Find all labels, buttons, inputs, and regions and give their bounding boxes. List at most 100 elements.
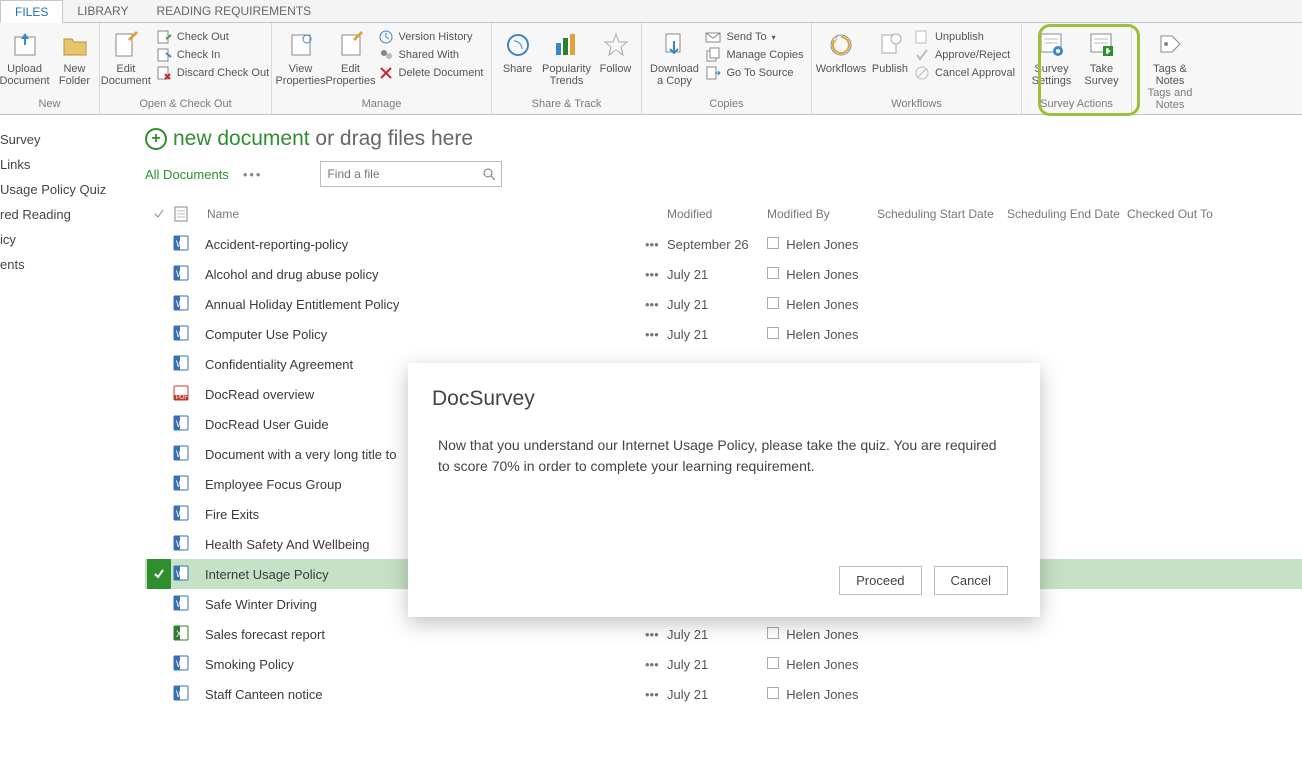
search-input[interactable] — [320, 161, 502, 187]
file-type-icon — [173, 355, 189, 371]
col-name[interactable]: Name — [205, 207, 645, 221]
row-name[interactable]: Smoking Policy — [205, 657, 645, 672]
workflows-button[interactable]: Workflows — [814, 27, 868, 75]
proceed-button[interactable]: Proceed — [839, 566, 921, 595]
upload-document-button[interactable]: Upload Document — [0, 27, 50, 87]
file-type-icon — [173, 475, 189, 491]
row-modified: July 21 — [667, 687, 767, 702]
tab-reading-requirements[interactable]: READING REQUIREMENTS — [143, 0, 326, 22]
row-modified: July 21 — [667, 327, 767, 342]
row-modified: July 21 — [667, 627, 767, 642]
follow-button[interactable]: Follow — [594, 27, 638, 75]
row-name[interactable]: Staff Canteen notice — [205, 687, 645, 702]
ribbon-group-tags: Tags and Notes — [1138, 87, 1202, 113]
publish-button[interactable]: Publish — [868, 27, 912, 75]
table-row[interactable]: Annual Holiday Entitlement Policy•••July… — [145, 289, 1302, 319]
cancel-button[interactable]: Cancel — [934, 566, 1008, 595]
file-type-icon — [173, 535, 189, 551]
file-type-icon — [173, 505, 189, 521]
ribbon-group-share: Share & Track — [498, 98, 635, 112]
select-all-icon[interactable] — [153, 208, 165, 220]
ribbon-group-copies: Copies — [648, 98, 805, 112]
file-type-icon — [173, 265, 189, 281]
file-type-icon — [173, 385, 189, 401]
check-in-button[interactable]: Check In — [156, 47, 269, 63]
row-menu[interactable]: ••• — [645, 237, 667, 252]
file-type-icon — [173, 325, 189, 341]
table-row[interactable]: Staff Canteen notice•••July 21 Helen Jon… — [145, 679, 1302, 709]
col-checked[interactable]: Checked Out To — [1127, 207, 1227, 221]
row-menu[interactable]: ••• — [645, 657, 667, 672]
table-row[interactable]: Accident-reporting-policy•••September 26… — [145, 229, 1302, 259]
table-row[interactable]: Alcohol and drug abuse policy•••July 21 … — [145, 259, 1302, 289]
row-menu[interactable]: ••• — [645, 297, 667, 312]
file-type-icon — [173, 595, 189, 611]
search-field[interactable] — [327, 167, 482, 181]
unpublish-button[interactable]: Unpublish — [914, 29, 1015, 45]
ribbon-group-manage: Manage — [278, 98, 485, 112]
view-properties-button[interactable]: View Properties — [276, 27, 326, 87]
send-to-button[interactable]: Send To▾ — [705, 29, 803, 45]
leftnav-item[interactable]: ents — [0, 252, 135, 277]
checkbox-icon — [767, 687, 779, 699]
ribbon-tabs: FILES LIBRARY READING REQUIREMENTS — [0, 0, 1302, 23]
checkbox-icon — [767, 237, 779, 249]
shared-with-button[interactable]: Shared With — [378, 47, 484, 63]
tags-notes-button[interactable]: Tags & Notes — [1145, 27, 1195, 87]
leftnav-item[interactable]: icy — [0, 227, 135, 252]
row-name[interactable]: Computer Use Policy — [205, 327, 645, 342]
row-menu[interactable]: ••• — [645, 327, 667, 342]
search-icon — [482, 167, 495, 181]
leftnav-item[interactable]: Links — [0, 152, 135, 177]
leftnav-item[interactable]: Survey — [0, 127, 135, 152]
approve-reject-button[interactable]: Approve/Reject — [914, 47, 1015, 63]
col-modified-by[interactable]: Modified By — [767, 207, 877, 221]
checkbox-icon — [767, 627, 779, 639]
row-name[interactable]: Annual Holiday Entitlement Policy — [205, 297, 645, 312]
row-name[interactable]: Accident-reporting-policy — [205, 237, 645, 252]
row-selected-icon — [147, 559, 171, 589]
tab-library[interactable]: LIBRARY — [63, 0, 142, 22]
col-start[interactable]: Scheduling Start Date — [877, 207, 1007, 221]
new-document-link[interactable]: + new document or drag files here — [145, 127, 1302, 151]
manage-copies-button[interactable]: Manage Copies — [705, 47, 803, 63]
ribbon-group-workflows: Workflows — [818, 98, 1015, 112]
row-modified-by: Helen Jones — [767, 237, 877, 252]
check-out-button[interactable]: Check Out — [156, 29, 269, 45]
view-menu[interactable]: ••• — [243, 167, 263, 182]
version-history-button[interactable]: Version History — [378, 29, 484, 45]
row-name[interactable]: Alcohol and drug abuse policy — [205, 267, 645, 282]
table-row[interactable]: Smoking Policy•••July 21 Helen Jones — [145, 649, 1302, 679]
left-nav: SurveyLinksUsage Policy Quizred Readingi… — [0, 115, 135, 763]
view-all-documents[interactable]: All Documents — [145, 167, 229, 182]
row-modified: July 21 — [667, 267, 767, 282]
delete-document-button[interactable]: Delete Document — [378, 65, 484, 81]
tab-files[interactable]: FILES — [0, 0, 63, 23]
file-type-icon — [173, 625, 189, 641]
row-name[interactable]: Sales forecast report — [205, 627, 645, 642]
new-folder-button[interactable]: New Folder — [50, 27, 100, 87]
row-menu[interactable]: ••• — [645, 627, 667, 642]
table-row[interactable]: Computer Use Policy•••July 21 Helen Jone… — [145, 319, 1302, 349]
goto-source-button[interactable]: Go To Source — [705, 65, 803, 81]
popularity-trends-button[interactable]: Popularity Trends — [540, 27, 594, 87]
edit-properties-button[interactable]: Edit Properties — [326, 27, 376, 87]
cancel-approval-button[interactable]: Cancel Approval — [914, 65, 1015, 81]
row-menu[interactable]: ••• — [645, 267, 667, 282]
row-menu[interactable]: ••• — [645, 687, 667, 702]
table-row[interactable]: Sales forecast report•••July 21 Helen Jo… — [145, 619, 1302, 649]
file-type-icon — [173, 235, 189, 251]
download-copy-button[interactable]: Download a Copy — [645, 27, 703, 87]
col-end[interactable]: Scheduling End Date — [1007, 207, 1127, 221]
row-modified-by: Helen Jones — [767, 687, 877, 702]
file-type-icon — [173, 685, 189, 701]
survey-highlight — [1038, 24, 1140, 116]
share-button[interactable]: Share — [496, 27, 540, 75]
edit-document-button[interactable]: Edit Document — [98, 27, 154, 87]
checkbox-icon — [767, 327, 779, 339]
leftnav-item[interactable]: Usage Policy Quiz — [0, 177, 135, 202]
col-modified[interactable]: Modified — [667, 207, 767, 221]
discard-checkout-button[interactable]: Discard Check Out — [156, 65, 269, 81]
leftnav-item[interactable]: red Reading — [0, 202, 135, 227]
grid-header: Name Modified Modified By Scheduling Sta… — [145, 199, 1302, 229]
